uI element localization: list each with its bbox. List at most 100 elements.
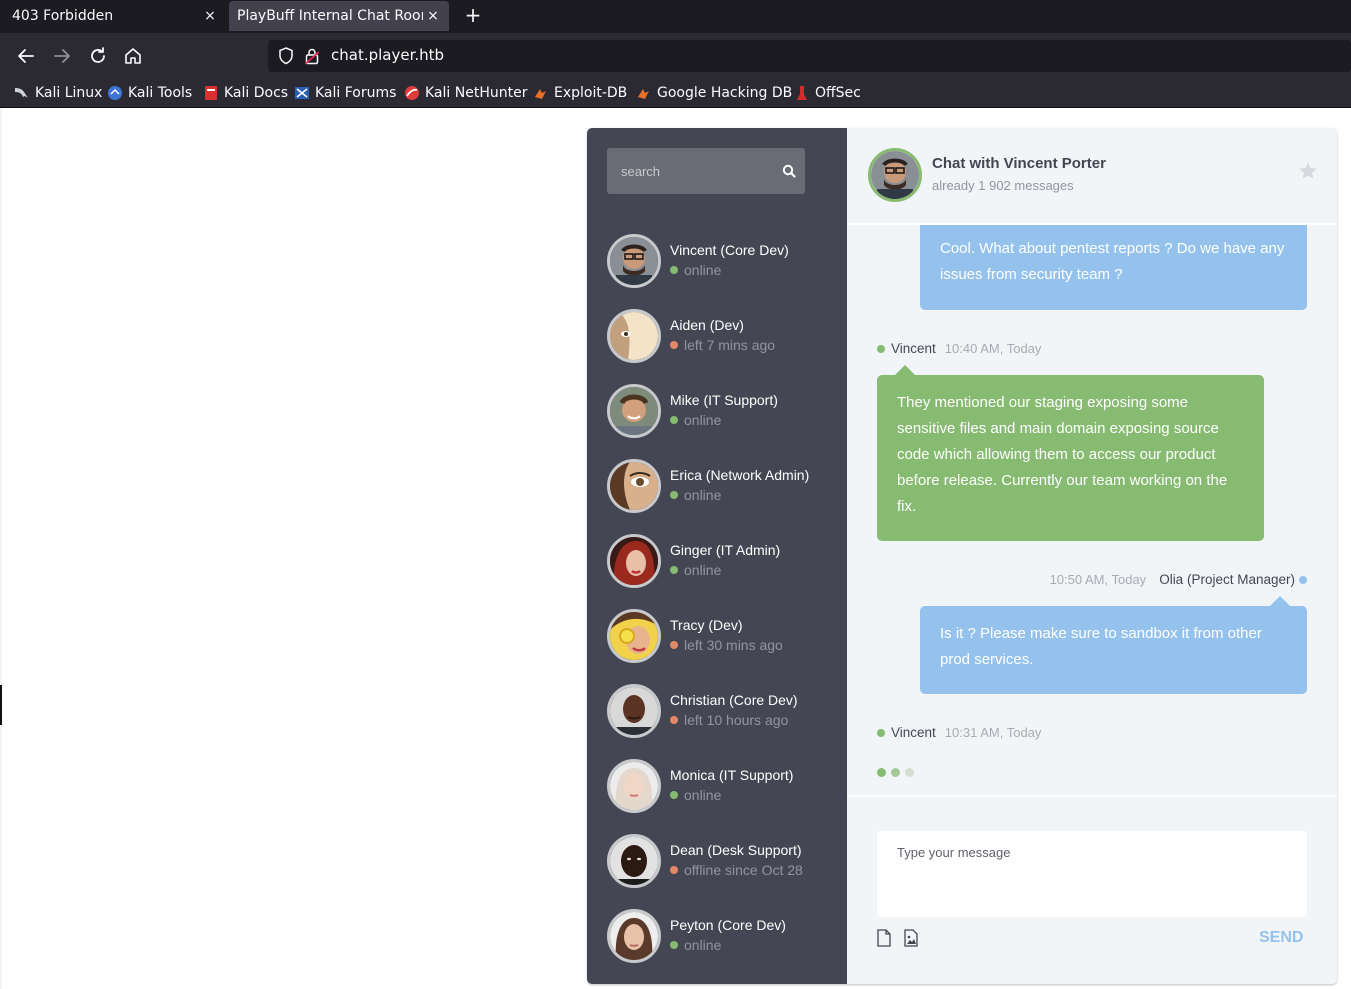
online-dot-icon <box>670 566 678 574</box>
reload-button[interactable] <box>86 44 110 68</box>
online-dot-icon <box>670 941 678 949</box>
chat-app: Vincent (Core Dev) online Aiden (Dev) le… <box>587 128 1337 984</box>
contact-peyton[interactable]: Peyton (Core Dev) online <box>607 909 827 965</box>
bookmark-label: Kali NetHunter <box>425 85 528 101</box>
insecure-lock-icon[interactable] <box>305 47 319 65</box>
chat-avatar <box>868 148 922 202</box>
contact-status: online <box>670 937 721 953</box>
avatar <box>607 759 661 813</box>
contact-status: offline since Oct 28 <box>670 862 803 878</box>
bookmark-exploit-db[interactable]: Exploit-DB <box>533 83 627 103</box>
message-sender: Vincent <box>891 725 936 740</box>
avatar <box>607 909 661 963</box>
bookmark-label: Google Hacking DB <box>657 85 793 101</box>
contact-tracy[interactable]: Tracy (Dev) left 30 mins ago <box>607 609 827 665</box>
reload-icon <box>91 47 105 63</box>
file-icon[interactable] <box>876 929 892 947</box>
text-cursor <box>0 685 2 725</box>
bookmark-kali-tools[interactable]: Kali Tools <box>107 83 192 103</box>
message-meta: Vincent 10:40 AM, Today <box>877 341 1041 356</box>
tab-close-icon[interactable]: × <box>423 8 443 24</box>
bookmarks-toolbar: Kali Linux Kali Tools Kali Docs Kali For… <box>0 78 1351 108</box>
bookmark-kali-forums[interactable]: Kali Forums <box>294 83 396 103</box>
avatar <box>607 834 661 888</box>
send-button[interactable]: SEND <box>1259 929 1303 947</box>
star-icon[interactable] <box>1297 160 1319 182</box>
message-meta: 10:50 AM, Today Olia (Project Manager) <box>1050 572 1307 587</box>
contact-name: Aiden (Dev) <box>670 317 744 333</box>
contact-status: left 10 hours ago <box>670 712 788 728</box>
new-tab-button[interactable]: + <box>462 3 484 27</box>
image-icon[interactable] <box>903 929 919 947</box>
offsec-icon <box>797 86 807 100</box>
contact-name: Peyton (Core Dev) <box>670 917 786 933</box>
forward-button[interactable] <box>50 44 74 68</box>
offline-dot-icon <box>670 866 678 874</box>
bookmark-label: OffSec <box>815 85 861 101</box>
contact-dean[interactable]: Dean (Desk Support) offline since Oct 28 <box>607 834 827 890</box>
contact-vincent[interactable]: Vincent (Core Dev) online <box>607 234 827 290</box>
bookmark-kali-nethunter[interactable]: Kali NetHunter <box>404 83 527 103</box>
message-bubble: They mentioned our staging exposing some… <box>877 365 1264 541</box>
typing-dot <box>891 768 900 777</box>
contact-name: Dean (Desk Support) <box>670 842 802 858</box>
search-box <box>607 148 805 194</box>
ghdb-icon <box>638 89 649 99</box>
offline-dot-icon <box>670 716 678 724</box>
bubble-pointer <box>895 365 915 375</box>
typing-dot <box>877 768 886 777</box>
page-content: Vincent (Core Dev) online Aiden (Dev) le… <box>0 108 1351 989</box>
contact-name: Christian (Core Dev) <box>670 692 798 708</box>
bookmark-kali-linux[interactable]: Kali Linux <box>14 83 102 103</box>
message-input[interactable] <box>877 831 1307 917</box>
contact-monica[interactable]: Monica (IT Support) online <box>607 759 827 815</box>
chat-panel: Chat with Vincent Porter already 1 902 m… <box>847 128 1337 984</box>
message-count: already 1 902 messages <box>932 178 1074 193</box>
contact-aiden[interactable]: Aiden (Dev) left 7 mins ago <box>607 309 827 365</box>
online-dot-icon <box>877 344 885 353</box>
offline-dot-icon <box>670 341 678 349</box>
contact-name: Monica (IT Support) <box>670 767 794 783</box>
contact-erica[interactable]: Erica (Network Admin) online <box>607 459 827 515</box>
bookmark-kali-docs[interactable]: Kali Docs <box>203 83 288 103</box>
search-input[interactable] <box>607 148 777 194</box>
kali-dragon-icon <box>15 88 28 98</box>
avatar <box>607 459 661 513</box>
bubble-pointer <box>1270 596 1290 606</box>
bookmark-google-hacking-db[interactable]: Google Hacking DB <box>636 83 792 103</box>
tab-chat-room[interactable]: PlayBuff Internal Chat Room × <box>229 1 449 31</box>
contact-christian[interactable]: Christian (Core Dev) left 10 hours ago <box>607 684 827 740</box>
contact-mike[interactable]: Mike (IT Support) online <box>607 384 827 440</box>
message-time: 10:40 AM, Today <box>944 341 1042 356</box>
home-button[interactable] <box>121 44 145 68</box>
online-dot-icon <box>877 728 885 737</box>
back-button[interactable] <box>14 44 38 68</box>
contact-status: online <box>670 412 721 428</box>
search-icon[interactable] <box>782 164 796 178</box>
online-dot-icon <box>670 266 678 274</box>
chat-title: Chat with Vincent Porter <box>932 155 1106 172</box>
contact-status-text: offline since Oct 28 <box>684 862 803 878</box>
bookmark-label: Exploit-DB <box>554 85 628 101</box>
bookmark-label: Kali Tools <box>128 85 193 101</box>
home-icon <box>125 48 141 64</box>
contact-name: Vincent (Core Dev) <box>670 242 789 258</box>
bookmark-offsec[interactable]: OffSec <box>794 83 861 103</box>
tab-title: PlayBuff Internal Chat Room <box>237 8 423 24</box>
contact-status: online <box>670 262 721 278</box>
contact-status-text: left 10 hours ago <box>684 712 789 728</box>
message-text: Is it ? Please make sure to sandbox it f… <box>940 625 1262 668</box>
avatar <box>607 384 661 438</box>
shield-icon[interactable] <box>278 47 294 65</box>
contact-ginger[interactable]: Ginger (IT Admin) online <box>607 534 827 590</box>
contact-status-text: online <box>684 937 722 953</box>
address-bar[interactable]: chat.player.htb <box>268 40 1351 72</box>
tab-title: 403 Forbidden <box>12 7 114 24</box>
message-time: 10:31 AM, Today <box>944 725 1042 740</box>
url-text[interactable]: chat.player.htb <box>331 46 444 64</box>
message-time: 10:50 AM, Today <box>1049 572 1147 587</box>
tab-close-icon[interactable]: × <box>200 8 220 24</box>
tab-forbidden[interactable]: 403 Forbidden × <box>0 0 226 31</box>
kali-forums-icon <box>295 87 309 99</box>
chat-history: Cool. What about pentest reports ? Do we… <box>847 225 1337 797</box>
